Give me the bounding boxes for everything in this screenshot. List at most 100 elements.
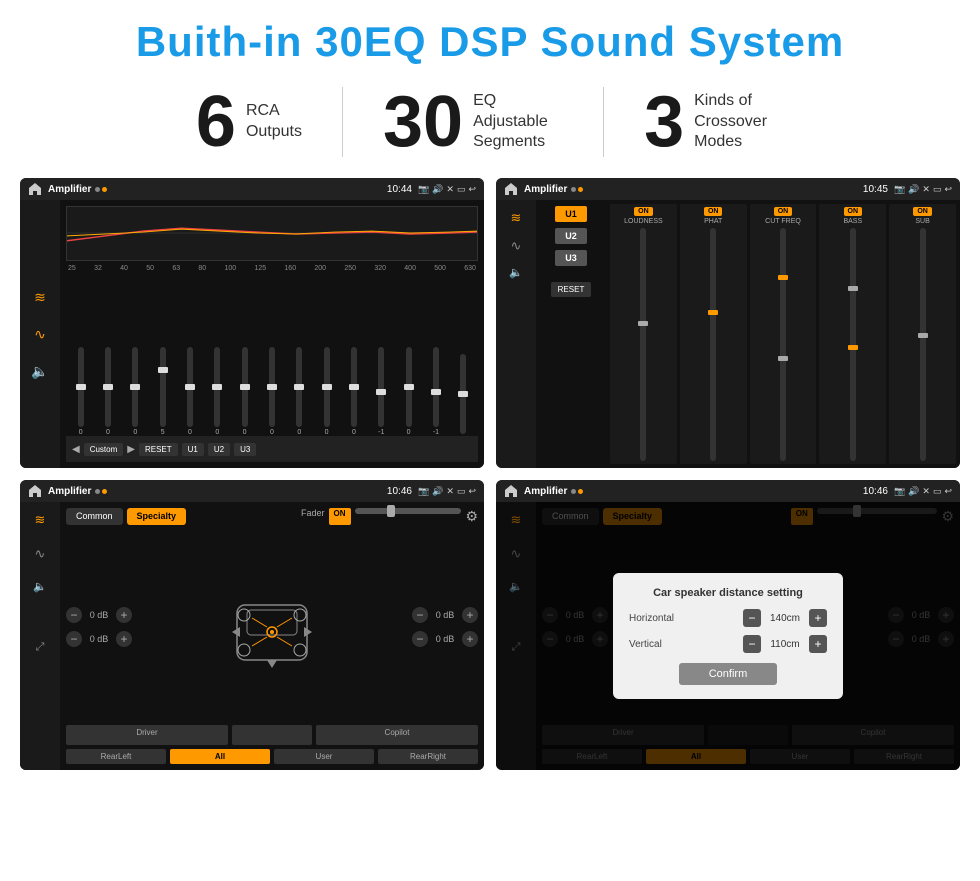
ch-label-loudness: LOUDNESS (624, 218, 663, 225)
camera-icon-3: 📷 (418, 486, 429, 497)
screen2-content: ≋ ∿ 🔈 U1 U2 U3 RESET ON LOUDNESS ON PHAT (496, 200, 960, 468)
screen-specialty: Amplifier 10:46 📷 🔊 ✕ ▭ ↩ ≋ ∿ 🔈 ⤢ (20, 480, 484, 770)
db-minus-br[interactable]: − (412, 631, 428, 647)
ch-slider-phat[interactable] (710, 228, 716, 461)
camera-icon: 📷 (418, 184, 429, 195)
driver-btn[interactable]: Driver (66, 725, 228, 745)
ch-on-loudness[interactable]: ON (634, 207, 653, 216)
db-row-br: − 0 dB + (412, 631, 478, 647)
close-icon: ✕ (446, 184, 454, 195)
ch-on-phat[interactable]: ON (704, 207, 723, 216)
time-3: 10:46 (387, 486, 412, 497)
status-bar-4: Amplifier 10:46 📷 🔊 ✕ ▭ ↩ (496, 480, 960, 502)
dialog-btn-row: Confirm (629, 663, 827, 685)
bottom-buttons: Driver Copilot (66, 725, 478, 745)
s2-speaker-icon[interactable]: 🔈 (509, 266, 523, 279)
vertical-minus[interactable]: − (743, 635, 761, 653)
db-plus-tr[interactable]: + (462, 607, 478, 623)
eq-slider-4: 5 (150, 347, 175, 436)
copilot-btn[interactable]: Copilot (316, 725, 478, 745)
status-bar-3: Amplifier 10:46 📷 🔊 ✕ ▭ ↩ (20, 480, 484, 502)
status-dots-1 (95, 187, 107, 192)
db-minus-bl[interactable]: − (66, 631, 82, 647)
tab-common[interactable]: Common (66, 508, 123, 525)
play-btn[interactable]: ▶ (127, 444, 135, 455)
rearright-btn[interactable]: RearRight (378, 749, 478, 764)
s3-arrows-icon[interactable]: ⤢ (36, 641, 45, 654)
s3-wave-icon[interactable]: ∿ (35, 546, 46, 562)
status-icons-2: 📷 🔊 ✕ ▭ ↩ (894, 184, 952, 195)
ch-slider-sub[interactable] (920, 228, 926, 461)
eq-bottom-bar: ◀ Custom ▶ RESET U1 U2 U3 (66, 436, 478, 462)
u3-btn[interactable]: U3 (234, 443, 256, 456)
ch-phat: ON PHAT (680, 204, 747, 464)
ch-label-bass: BASS (843, 218, 862, 225)
dot-4a (571, 489, 576, 494)
time-1: 10:44 (387, 184, 412, 195)
all-btn[interactable]: All (170, 749, 270, 764)
horizontal-value: 140cm (765, 613, 805, 624)
fader-on-badge: ON (329, 508, 351, 525)
s3-speaker-icon[interactable]: 🔈 (33, 580, 47, 593)
eq-slider-6: 0 (205, 347, 230, 436)
status-icons-3: 📷 🔊 ✕ ▭ ↩ (418, 486, 476, 497)
db-minus-tl[interactable]: − (66, 607, 82, 623)
u2-button[interactable]: U2 (555, 228, 587, 244)
db-plus-tl[interactable]: + (116, 607, 132, 623)
ch-on-cutfreq[interactable]: ON (774, 207, 793, 216)
tab-specialty[interactable]: Specialty (127, 508, 187, 525)
db-value-tr: 0 dB (431, 610, 459, 620)
app-name-2: Amplifier (524, 184, 567, 195)
stat-eq: 30 EQ AdjustableSegments (343, 86, 603, 158)
settings-icon[interactable]: ⚙ (465, 508, 478, 525)
close-icon-4: ✕ (922, 486, 930, 497)
reset-btn[interactable]: RESET (139, 443, 178, 456)
horizontal-minus[interactable]: − (743, 609, 761, 627)
dialog-box: Car speaker distance setting Horizontal … (613, 573, 843, 699)
prev-btn[interactable]: ◀ (72, 444, 80, 455)
db-plus-bl[interactable]: + (116, 631, 132, 647)
eq-main: 25 32 40 50 63 80 100 125 160 200 250 32… (60, 200, 484, 468)
stat-number-3: 3 (644, 86, 684, 158)
ch-slider-cutfreq[interactable] (780, 228, 786, 461)
u1-btn[interactable]: U1 (182, 443, 204, 456)
ch-slider-loudness[interactable] (640, 228, 646, 461)
stat-number-30: 30 (383, 86, 463, 158)
fader-track[interactable] (355, 508, 462, 514)
custom-btn[interactable]: Custom (84, 443, 124, 456)
volume-icon-2: 🔊 (908, 184, 919, 195)
u3-button[interactable]: U3 (555, 250, 587, 266)
app-name-4: Amplifier (524, 486, 567, 497)
confirm-button[interactable]: Confirm (679, 663, 778, 685)
ch-on-sub[interactable]: ON (913, 207, 932, 216)
s2-eq-icon[interactable]: ≋ (511, 210, 522, 226)
stat-text-crossover: Kinds ofCrossover Modes (694, 91, 784, 153)
camera-icon-2: 📷 (894, 184, 905, 195)
eq-filter-icon[interactable]: ≋ (34, 289, 46, 306)
s3-eq-icon[interactable]: ≋ (35, 512, 46, 528)
db-minus-tr[interactable]: − (412, 607, 428, 623)
db-plus-br[interactable]: + (462, 631, 478, 647)
eq-labels: 25 32 40 50 63 80 100 125 160 200 250 32… (66, 265, 478, 272)
ch-on-bass[interactable]: ON (844, 207, 863, 216)
s3-main-content: Common Specialty Fader ON ⚙ − 0 dB + (60, 502, 484, 770)
ch-slider-bass[interactable] (850, 228, 856, 461)
horizontal-plus[interactable]: + (809, 609, 827, 627)
eq-wave-icon[interactable]: ∿ (34, 326, 46, 343)
u1-button[interactable]: U1 (555, 206, 587, 222)
eq-slider-2: 0 (95, 347, 120, 436)
eq-speaker-icon[interactable]: 🔈 (31, 363, 48, 380)
s2-wave-icon[interactable]: ∿ (511, 238, 522, 254)
app-name-3: Amplifier (48, 486, 91, 497)
ch-label-cutfreq: CUT FREQ (765, 218, 801, 225)
reset-button-2[interactable]: RESET (551, 282, 591, 297)
eq-slider-9: 0 (287, 347, 312, 436)
u2-btn[interactable]: U2 (208, 443, 230, 456)
dot-4b (578, 489, 583, 494)
rearleft-btn[interactable]: RearLeft (66, 749, 166, 764)
vertical-plus[interactable]: + (809, 635, 827, 653)
dot (95, 187, 100, 192)
horizontal-controls: − 140cm + (743, 609, 827, 627)
screen3-content: ≋ ∿ 🔈 ⤢ Common Specialty Fader ON ⚙ (20, 502, 484, 770)
user-btn[interactable]: User (274, 749, 374, 764)
